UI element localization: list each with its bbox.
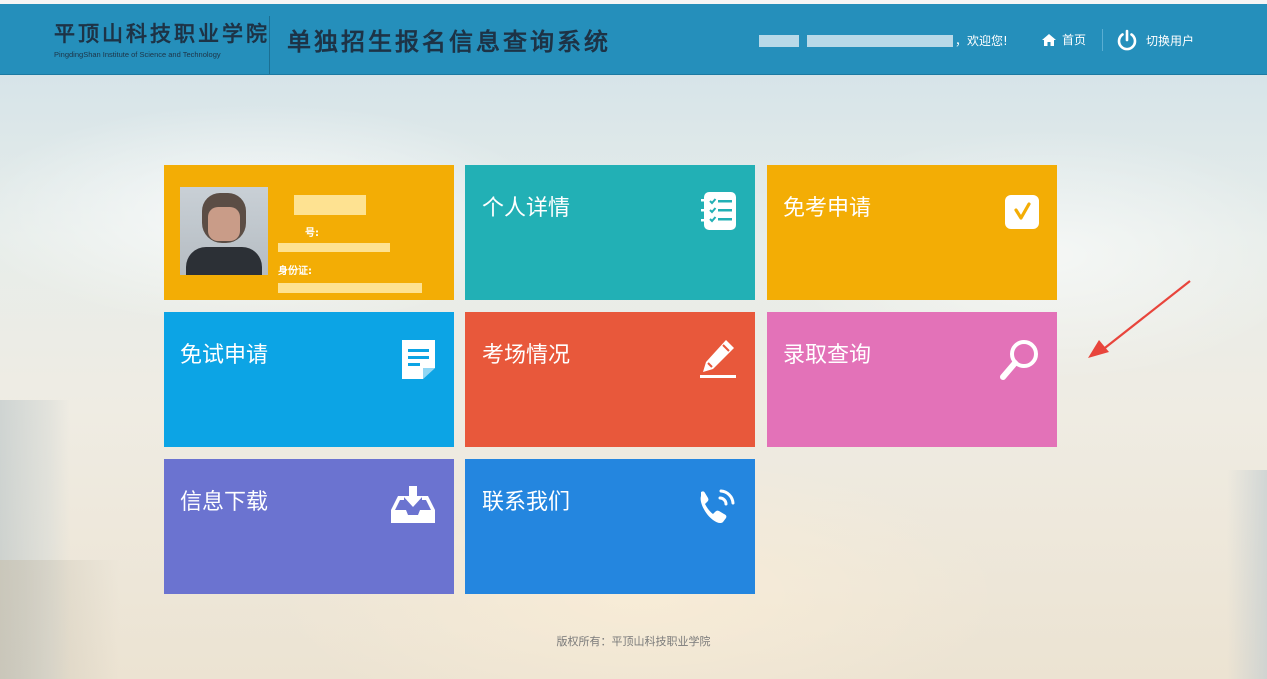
top-header: 平顶山科技职业学院 PingdingShan Institute of Scie… [0, 0, 1267, 75]
blurred-id [278, 283, 422, 293]
switch-user-button[interactable]: 切换用户 [1116, 29, 1194, 51]
id-label: 身份证: [278, 266, 312, 277]
avatar [180, 187, 268, 275]
search-icon [1000, 340, 1038, 380]
tile-personal-details[interactable]: 个人详情 [465, 165, 755, 300]
nav-separator [1102, 29, 1103, 51]
school-name-en: PingdingShan Institute of Science and Te… [54, 50, 221, 59]
tile-exam-room[interactable]: 考场情况 [465, 312, 755, 447]
tile-exam-room-label: 考场情况 [482, 342, 571, 367]
annotation-arrow [1088, 280, 1191, 358]
tile-admission-query-label: 录取查询 [783, 342, 872, 367]
home-link[interactable]: 首页 [1041, 31, 1086, 48]
switch-user-label: 切换用户 [1146, 33, 1195, 48]
checklist-icon [701, 192, 736, 230]
tile-contact-us[interactable]: 联系我们 [465, 459, 755, 594]
checkbox-icon [1005, 195, 1039, 229]
home-icon [1042, 33, 1056, 46]
tile-info-download-label: 信息下载 [180, 489, 269, 514]
tile-exam-exemption-label: 免考申请 [783, 195, 872, 220]
tile-test-exemption[interactable]: 免试申请 [164, 312, 454, 447]
tile-contact-us-label: 联系我们 [482, 489, 571, 514]
home-label: 首页 [1062, 33, 1087, 47]
blurred-name [294, 195, 366, 215]
tile-personal-details-label: 个人详情 [482, 195, 571, 220]
blurred-user-id [759, 35, 799, 47]
pencil-icon [700, 340, 736, 378]
document-icon [402, 340, 435, 379]
power-icon [1117, 29, 1137, 51]
blurred-number [278, 243, 390, 252]
number-label: 号: [305, 228, 319, 239]
download-icon [391, 486, 435, 523]
profile-card: 号: 身份证: [164, 165, 454, 300]
tile-exam-exemption[interactable]: 免考申请 [767, 165, 1057, 300]
system-title: 单独招生报名信息查询系统 [287, 27, 611, 56]
phone-icon [700, 489, 735, 524]
school-logo: 平顶山科技职业学院 PingdingShan Institute of Scie… [54, 18, 268, 68]
welcome-text: ，欢迎您! [955, 34, 1008, 48]
tile-admission-query[interactable]: 录取查询 [767, 312, 1057, 447]
footer-copyright: 版权所有：平顶山科技职业学院 [556, 636, 711, 648]
background-building-left-low [0, 560, 120, 679]
tile-test-exemption-label: 免试申请 [180, 342, 269, 367]
header-divider [269, 16, 270, 74]
tile-info-download[interactable]: 信息下载 [164, 459, 454, 594]
blurred-user-name [807, 35, 953, 47]
school-name-cn: 平顶山科技职业学院 [54, 21, 270, 46]
